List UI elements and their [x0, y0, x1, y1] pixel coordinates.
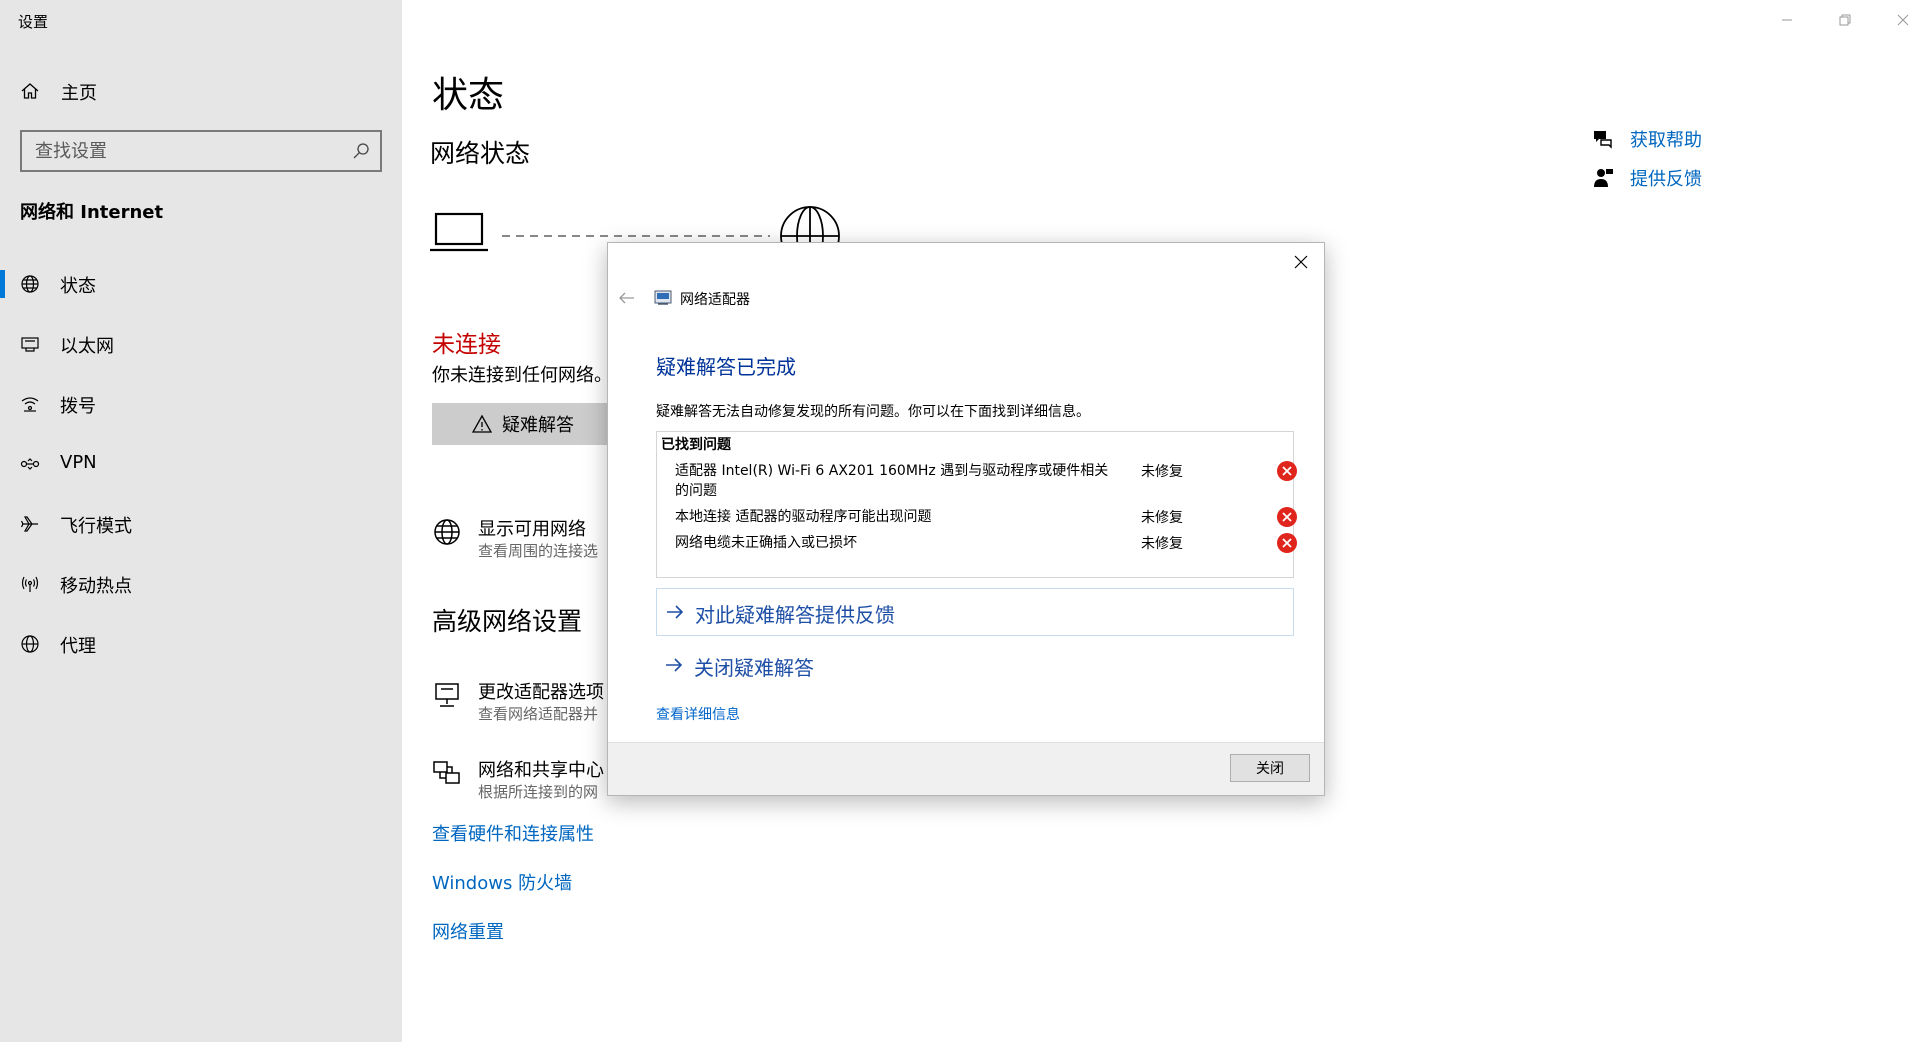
view-details-link[interactable]: 查看详细信息 [656, 704, 740, 724]
sidebar-item-status[interactable]: 状态 [0, 262, 402, 306]
dialog-footer: 关闭 [608, 742, 1324, 795]
sidebar-item-label: 状态 [60, 276, 96, 297]
get-help-label: 获取帮助 [1630, 130, 1702, 151]
feedback-label: 提供反馈 [1630, 169, 1702, 190]
sidebar-item-hotspot[interactable]: 移动热点 [0, 562, 402, 606]
close-troubleshooter-command[interactable]: 关闭疑难解答 [656, 642, 1294, 690]
problem-description: 适配器 Intel(R) Wi-Fi 6 AX201 160MHz 遇到与驱动程… [675, 463, 1109, 499]
windows-firewall-link[interactable]: Windows 防火墙 [432, 869, 572, 895]
sharing-center-subtitle: 根据所连接到的网 [478, 783, 599, 801]
close-button[interactable]: 关闭 [1230, 754, 1310, 782]
sidebar-item-dialup[interactable]: 拨号 [0, 382, 402, 426]
network-reset-link[interactable]: 网络重置 [432, 918, 504, 944]
feedback-command[interactable]: 对此疑难解答提供反馈 [656, 588, 1294, 636]
problem-description: 本地连接 适配器的驱动程序可能出现问题 [675, 509, 932, 525]
connection-status: 未连接 [432, 332, 501, 358]
problem-status: 未修复 [1141, 464, 1183, 480]
arrow-right-icon [667, 605, 684, 619]
error-icon [1277, 461, 1297, 481]
close-icon [1294, 255, 1308, 269]
sidebar-item-label: 飞行模式 [60, 516, 132, 537]
dial-up-icon [21, 397, 39, 412]
feedback-person-icon [1594, 169, 1613, 187]
search-input[interactable] [22, 140, 342, 162]
sidebar-item-airplane[interactable]: 飞行模式 [0, 502, 402, 546]
section-title: 网络和 Internet [20, 202, 164, 223]
sharing-center-icon [433, 761, 460, 784]
sidebar: 设置 主页 网络和 Internet 状态 以太网 拨号 VPN 飞行模式 移动… [0, 0, 402, 1042]
problem-status: 未修复 [1141, 536, 1183, 552]
troubleshoot-label: 疑难解答 [502, 415, 574, 436]
network-adapter-icon [654, 290, 672, 305]
warning-icon [472, 414, 492, 433]
problem-status: 未修复 [1141, 510, 1183, 526]
back-arrow-icon[interactable] [616, 287, 638, 309]
found-problems-title: 已找到问题 [661, 437, 731, 453]
ethernet-icon [21, 337, 39, 352]
sidebar-item-vpn[interactable]: VPN [0, 442, 402, 486]
change-adapter-subtitle: 查看网络适配器并 [478, 705, 599, 723]
problem-description: 网络电缆未正确插入或已损坏 [675, 535, 857, 551]
sidebar-home[interactable]: 主页 [0, 76, 402, 106]
feedback-link[interactable]: 提供反馈 [1592, 165, 1752, 193]
hotspot-icon [21, 576, 39, 592]
troubleshooter-dialog: 网络适配器 疑难解答已完成 疑难解答无法自动修复发现的所有问题。你可以在下面找到… [607, 242, 1325, 796]
dialog-close-button[interactable] [1286, 249, 1316, 275]
help-chat-icon [1594, 131, 1612, 149]
sidebar-item-proxy[interactable]: 代理 [0, 622, 402, 666]
sidebar-item-label: 代理 [60, 636, 96, 657]
close-window-button[interactable] [1888, 8, 1918, 32]
restore-icon [1839, 14, 1851, 26]
change-adapter-title: 更改适配器选项 [478, 682, 604, 703]
adapter-monitor-icon [435, 683, 459, 707]
close-icon [1897, 14, 1909, 26]
found-problems-panel: 已找到问题 适配器 Intel(R) Wi-Fi 6 AX201 160MHz … [656, 431, 1297, 578]
airplane-icon [20, 516, 38, 532]
show-networks-subtitle: 查看周围的连接选 [478, 542, 599, 560]
network-status-title: 网络状态 [430, 139, 531, 168]
globe-network-icon [434, 519, 460, 545]
error-icon [1277, 507, 1297, 527]
minimize-button[interactable] [1772, 8, 1802, 32]
dialog-description: 疑难解答无法自动修复发现的所有问题。你可以在下面找到详细信息。 [656, 404, 1090, 420]
sidebar-item-label: VPN [60, 452, 97, 473]
close-troubleshooter-label: 关闭疑难解答 [694, 656, 814, 680]
sidebar-home-label: 主页 [61, 83, 97, 104]
sidebar-item-label: 拨号 [60, 396, 96, 417]
sidebar-item-label: 移动热点 [60, 576, 132, 597]
minimize-icon [1782, 19, 1792, 21]
laptop-icon [430, 212, 488, 252]
page-title: 状态 [432, 75, 505, 116]
globe-status-icon [21, 275, 39, 293]
sidebar-item-label: 以太网 [60, 336, 114, 357]
restore-button[interactable] [1830, 8, 1860, 32]
connection-status-detail: 你未连接到任何网络。 [432, 365, 612, 386]
home-icon [21, 83, 39, 99]
view-hardware-properties-link[interactable]: 查看硬件和连接属性 [432, 820, 594, 846]
get-help-link[interactable]: 获取帮助 [1592, 126, 1752, 154]
vpn-icon [20, 458, 40, 470]
dialog-app-title: 网络适配器 [680, 292, 750, 308]
show-networks-title: 显示可用网络 [478, 519, 586, 540]
sidebar-item-ethernet[interactable]: 以太网 [0, 322, 402, 366]
sharing-center-title: 网络和共享中心 [478, 760, 604, 781]
search-icon[interactable] [352, 142, 370, 160]
error-icon [1277, 533, 1297, 553]
dialog-heading: 疑难解答已完成 [656, 355, 796, 379]
feedback-command-label: 对此疑难解答提供反馈 [695, 603, 895, 627]
window-title: 设置 [18, 13, 49, 31]
advanced-settings-title: 高级网络设置 [432, 607, 583, 636]
proxy-globe-icon [21, 635, 39, 653]
arrow-right-icon [666, 658, 683, 672]
search-box[interactable] [20, 130, 382, 172]
